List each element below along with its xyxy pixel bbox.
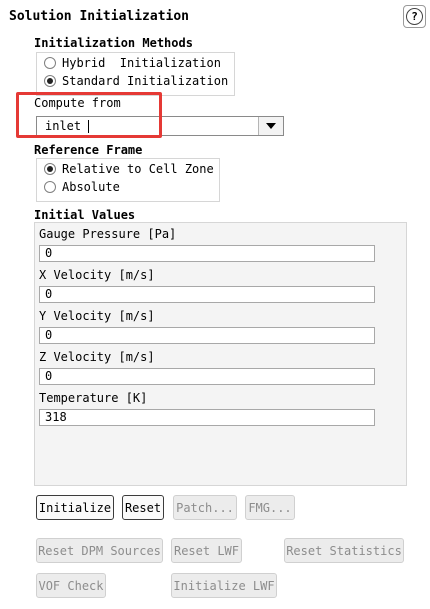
reset-lwf-button[interactable]: Reset LWF: [171, 538, 242, 563]
y-velocity-label: Y Velocity [m/s]: [39, 309, 155, 323]
help-button[interactable]: ?: [403, 5, 426, 28]
reset-dpm-sources-button[interactable]: Reset DPM Sources: [36, 538, 163, 563]
vof-check-button[interactable]: VOF Check: [36, 573, 106, 598]
temperature-label: Temperature [K]: [39, 391, 148, 405]
z-velocity-input[interactable]: 0: [39, 368, 375, 385]
gauge-pressure-input[interactable]: 0: [39, 245, 375, 262]
init-methods-title: Initialization Methods: [34, 36, 193, 50]
radio-standard-initialization[interactable]: Standard Initialization: [44, 74, 228, 88]
radio-hybrid-initialization[interactable]: Hybrid Initialization: [44, 56, 221, 70]
help-icon: ?: [406, 8, 423, 25]
reset-statistics-button[interactable]: Reset Statistics: [284, 538, 404, 563]
x-velocity-input[interactable]: 0: [39, 286, 375, 303]
patch-button[interactable]: Patch...: [173, 495, 237, 520]
x-velocity-label: X Velocity [m/s]: [39, 268, 155, 282]
chevron-down-icon: [266, 123, 276, 129]
panel-title: Solution Initialization: [9, 9, 190, 24]
y-velocity-input[interactable]: 0: [39, 327, 375, 344]
radio-absolute[interactable]: Absolute: [44, 180, 120, 194]
radio-button-icon: [44, 57, 56, 69]
reset-button[interactable]: Reset: [122, 495, 164, 520]
reference-frame-title: Reference Frame: [34, 143, 143, 157]
dropdown-arrow-button[interactable]: [258, 117, 283, 135]
z-velocity-label: Z Velocity [m/s]: [39, 350, 155, 364]
radio-button-selected-icon: [44, 163, 56, 175]
initial-values-title: Initial Values: [34, 208, 136, 222]
radio-button-selected-icon: [44, 75, 56, 87]
initialize-lwf-button[interactable]: Initialize LWF: [171, 573, 277, 598]
initialize-button[interactable]: Initialize: [36, 495, 114, 520]
radio-button-icon: [44, 181, 56, 193]
annotation-highlight-box: [16, 92, 162, 138]
gauge-pressure-label: Gauge Pressure [Pa]: [39, 227, 177, 241]
temperature-input[interactable]: 318: [39, 409, 375, 426]
fmg-button[interactable]: FMG...: [245, 495, 295, 520]
radio-relative-to-cell-zone[interactable]: Relative to Cell Zone: [44, 162, 214, 176]
